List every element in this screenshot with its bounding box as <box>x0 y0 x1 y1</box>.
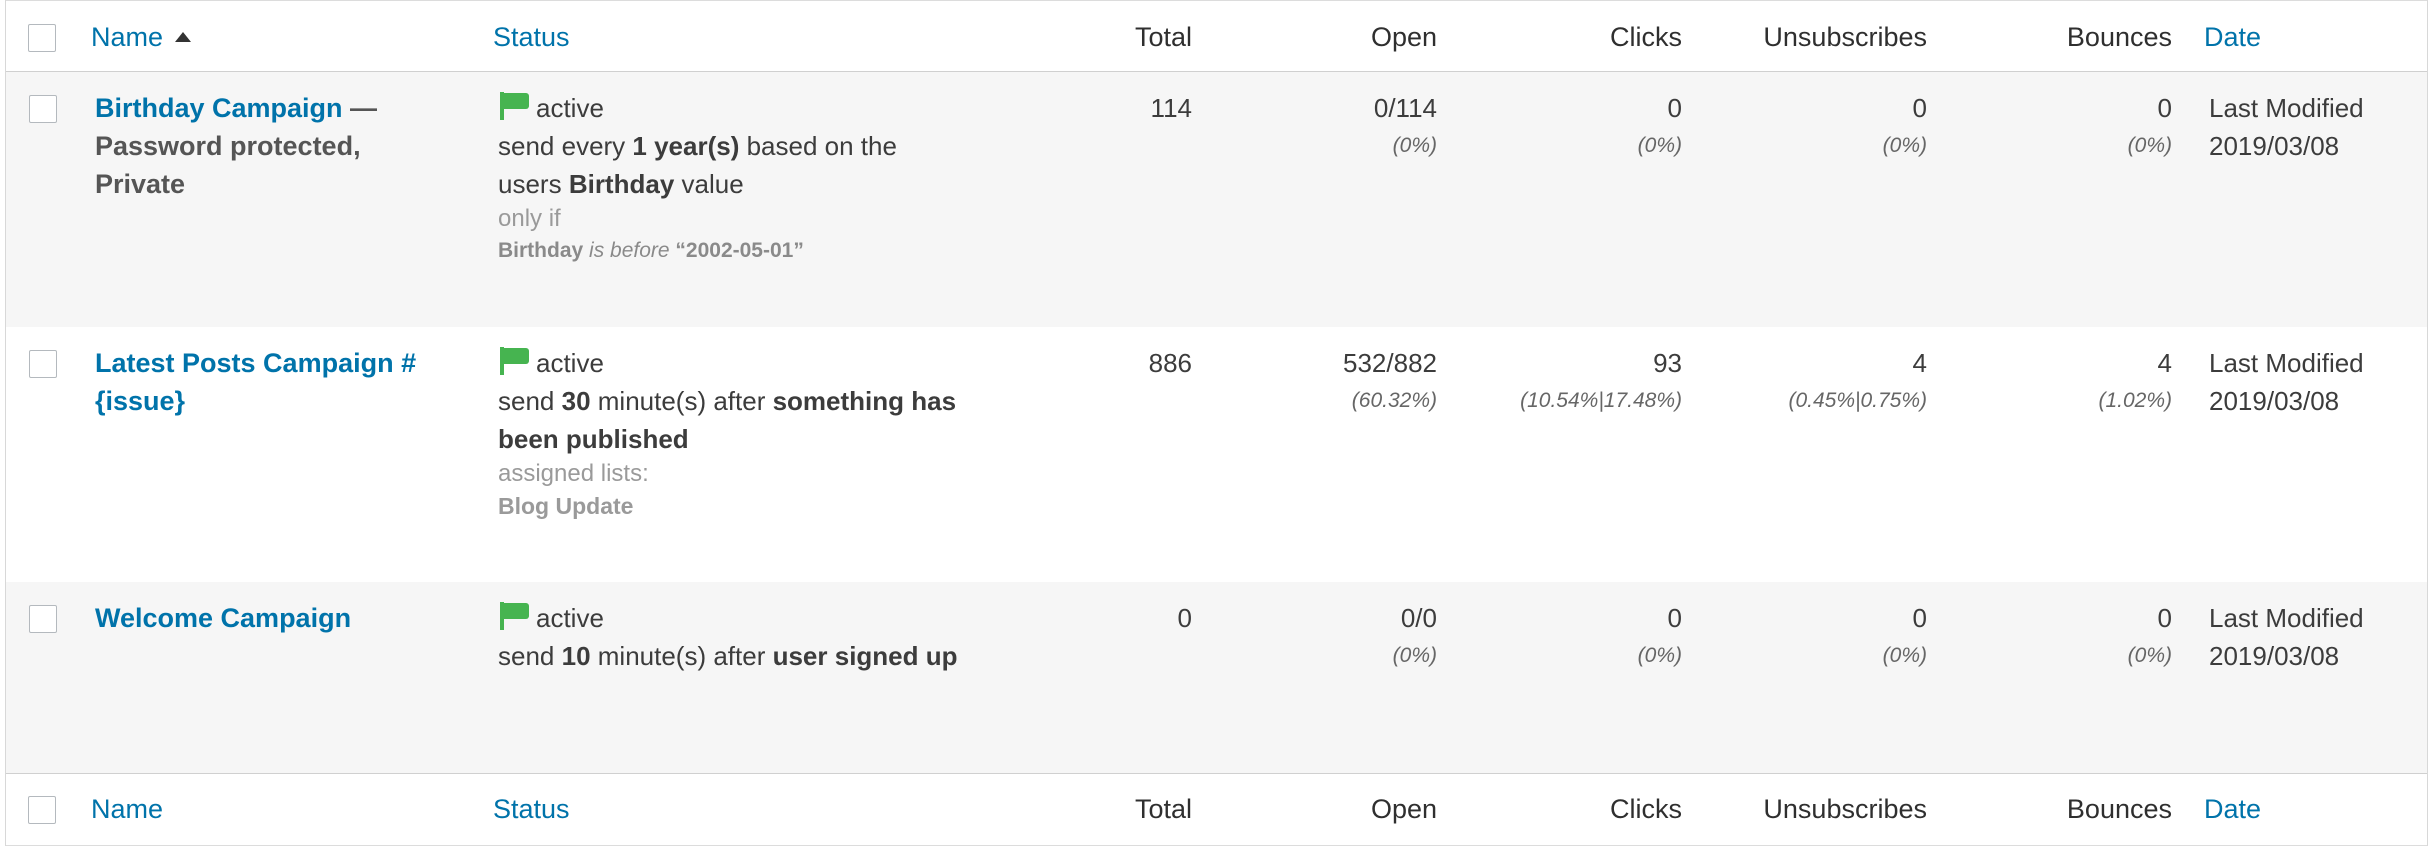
unsubscribes-value: 0 (0%) <box>1882 603 1927 667</box>
campaign-status: active send every 1 year(s) based on the… <box>498 89 958 267</box>
table-row: Welcome Campaign active send 10 minute(s… <box>6 582 2427 773</box>
column-name-label[interactable]: Name <box>91 22 163 52</box>
condition-label: only if <box>498 205 561 232</box>
column-name-sort[interactable]: Name <box>91 20 192 54</box>
unsubscribes-value: 0 (0%) <box>1882 93 1927 157</box>
column-clicks-footer: Clicks <box>1610 794 1682 824</box>
campaign-schedule: send 30 minute(s) after something has be… <box>498 386 957 454</box>
column-total-footer: Total <box>1134 794 1192 824</box>
total-value: 0 <box>1177 603 1192 633</box>
open-value: 0/0 (0%) <box>1392 603 1437 667</box>
campaign-name: Latest Posts Campaign #{issue} <box>95 344 435 420</box>
column-bounces-footer: Bounces <box>2066 794 2172 824</box>
open-value: 532/882 (60.32%) <box>1343 348 1437 412</box>
status-label: active <box>536 348 604 378</box>
condition-rule: Birthday is before “2002-05-01” <box>498 239 804 262</box>
row-checkbox[interactable] <box>29 605 57 633</box>
column-date[interactable]: Date <box>2204 20 2261 54</box>
assigned-lists-label: assigned lists: <box>498 460 649 487</box>
flag-icon <box>498 602 530 630</box>
table-row: Latest Posts Campaign #{issue} active se… <box>6 327 2427 582</box>
select-all-checkbox-footer[interactable] <box>28 796 56 824</box>
campaign-title-link[interactable]: Birthday Campaign <box>95 93 343 123</box>
column-unsubscribes-footer: Unsubscribes <box>1763 794 1927 824</box>
open-value: 0/114 (0%) <box>1373 93 1437 157</box>
select-all-checkbox[interactable] <box>28 24 56 52</box>
date-value: Last Modified 2019/03/08 <box>2209 603 2364 671</box>
date-value: Last Modified 2019/03/08 <box>2209 93 2364 161</box>
table-header: Name Status Total Open Clicks Unsubscrib… <box>6 0 2427 72</box>
column-status-footer[interactable]: Status <box>493 792 570 826</box>
clicks-value: 0 (0%) <box>1637 603 1682 667</box>
campaign-status: active send 10 minute(s) after user sign… <box>498 599 958 675</box>
table-row: Birthday Campaign — Password protected, … <box>6 72 2427 327</box>
column-clicks: Clicks <box>1610 22 1682 52</box>
campaign-name: Welcome Campaign <box>95 599 455 637</box>
column-bounces: Bounces <box>2066 22 2172 52</box>
status-label: active <box>536 93 604 123</box>
flag-icon <box>498 92 530 120</box>
bounces-value: 4 (1.02%) <box>2098 348 2172 412</box>
clicks-value: 0 (0%) <box>1637 93 1682 157</box>
column-date-footer[interactable]: Date <box>2204 792 2261 826</box>
row-checkbox[interactable] <box>29 95 57 123</box>
column-name-footer[interactable]: Name <box>91 792 163 826</box>
flag-icon <box>498 347 530 375</box>
column-open: Open <box>1370 22 1437 52</box>
campaign-title-link[interactable]: Welcome Campaign <box>95 603 351 633</box>
campaign-title-link[interactable]: Latest Posts Campaign #{issue} <box>95 348 416 416</box>
campaign-schedule: send every 1 year(s) based on the users … <box>498 131 897 199</box>
bounces-value: 0 (0%) <box>2127 603 2172 667</box>
status-label: active <box>536 603 604 633</box>
row-checkbox[interactable] <box>29 350 57 378</box>
clicks-value: 93 (10.54%|17.48%) <box>1520 348 1682 412</box>
column-open-footer: Open <box>1370 794 1437 824</box>
unsubscribes-value: 4 (0.45%|0.75%) <box>1788 348 1927 412</box>
campaigns-table: Name Status Total Open Clicks Unsubscrib… <box>5 0 2428 846</box>
total-value: 886 <box>1148 348 1192 378</box>
column-total: Total <box>1134 22 1192 52</box>
campaign-status: active send 30 minute(s) after something… <box>498 344 958 522</box>
total-value: 114 <box>1150 93 1192 123</box>
date-value: Last Modified 2019/03/08 <box>2209 348 2364 416</box>
column-status[interactable]: Status <box>493 20 570 54</box>
sort-ascending-icon <box>175 32 192 42</box>
bounces-value: 0 (0%) <box>2127 93 2172 157</box>
column-unsubscribes: Unsubscribes <box>1763 22 1927 52</box>
campaign-schedule: send 10 minute(s) after user signed up <box>498 641 958 671</box>
assigned-list-name: Blog Update <box>498 493 634 519</box>
campaign-name: Birthday Campaign — Password protected, … <box>95 89 455 203</box>
table-footer: Name Status Total Open Clicks Unsubscrib… <box>6 773 2427 846</box>
